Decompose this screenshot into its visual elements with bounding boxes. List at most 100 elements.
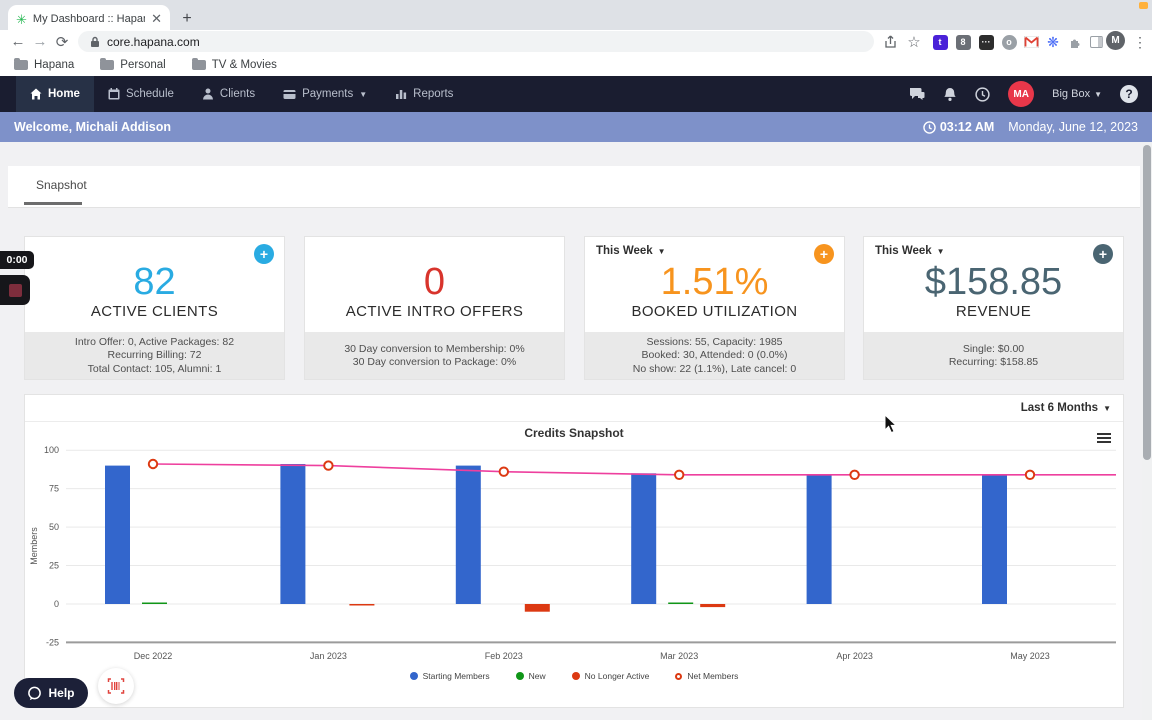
svg-text:50: 50: [49, 522, 59, 532]
browser-tab-strip: [0, 0, 1152, 33]
legend-dot: [515, 672, 524, 680]
screen-recorder-stop-button[interactable]: [0, 275, 30, 305]
url-text: core.hapana.com: [107, 34, 200, 49]
period-selector[interactable]: This Week ▼: [875, 245, 945, 257]
nav-item-reports[interactable]: Reports: [381, 76, 467, 112]
svg-text:0: 0: [54, 599, 59, 609]
card-value: $158.85: [924, 261, 1063, 303]
bell-icon[interactable]: [943, 87, 957, 102]
nav-item-home[interactable]: Home: [16, 76, 94, 112]
date-range-selector[interactable]: Last 6 Months ▼: [1021, 402, 1111, 414]
help-question-icon[interactable]: ?: [1120, 85, 1138, 103]
chart-legend: Starting Members New No Longer Active Ne…: [25, 671, 1123, 681]
current-time: 03:12 AM: [923, 120, 994, 134]
card-label: ACTIVE INTRO OFFERS: [345, 303, 524, 320]
chevron-down-icon: ▼: [1103, 403, 1111, 413]
forward-button[interactable]: →: [30, 33, 50, 50]
card-value: 1.51%: [660, 261, 769, 303]
card-label: ACTIVE CLIENTS: [90, 303, 219, 320]
welcome-bar: Welcome, Michali Addison 03:12 AM Monday…: [0, 112, 1152, 142]
share-icon[interactable]: [880, 32, 900, 52]
clock-icon[interactable]: [975, 86, 990, 102]
period-selector[interactable]: This Week ▼: [596, 245, 666, 257]
card-icon: [283, 89, 296, 99]
chevron-down-icon: ▼: [1094, 89, 1102, 99]
recording-indicator-dot: [1139, 2, 1148, 9]
extension-icon[interactable]: t: [930, 32, 950, 52]
legend-item: Net Members: [675, 671, 738, 681]
chart-header: Last 6 Months ▼: [25, 395, 1123, 422]
card-footer: Sessions: 55, Capacity: 1985 Booked: 30, …: [585, 332, 844, 379]
folder-icon: [100, 58, 115, 70]
browser-menu-icon[interactable]: ⋮: [1130, 32, 1150, 52]
nav-item-schedule[interactable]: Schedule: [94, 76, 188, 112]
dashboard-tabs-panel: Snapshot: [8, 166, 1140, 208]
card-footer: Single: $0.00 Recurring: $158.85: [864, 332, 1123, 379]
extension-flower-icon[interactable]: ❋: [1043, 32, 1063, 52]
scrollbar-thumb[interactable]: [1143, 145, 1151, 460]
card-booked-utilization: This Week ▼ + 1.51% BOOKED UTILIZATION Se…: [584, 236, 845, 380]
bar-chart-icon: [396, 90, 407, 99]
barcode-icon: [107, 678, 125, 694]
help-button[interactable]: Help: [14, 678, 88, 708]
tab-title: My Dashboard :: Hapana | Tak: [32, 13, 145, 25]
extension-icon[interactable]: 8: [953, 32, 973, 52]
svg-text:Dec 2022: Dec 2022: [134, 651, 173, 661]
browser-profile-avatar[interactable]: M: [1106, 31, 1125, 50]
nav-item-clients[interactable]: true Clients: [188, 76, 269, 112]
extension-icon[interactable]: ···: [976, 32, 996, 52]
stop-icon: [8, 283, 22, 297]
new-tab-button[interactable]: +: [176, 8, 198, 30]
svg-text:100: 100: [44, 445, 59, 455]
gmail-icon[interactable]: [1021, 32, 1041, 52]
url-bar[interactable]: core.hapana.com: [78, 31, 874, 52]
legend-item: New: [515, 671, 546, 681]
screen: ✳ My Dashboard :: Hapana | Tak ✕ + ← → ⟳…: [0, 0, 1152, 720]
bookmark-star-icon[interactable]: ☆: [904, 32, 924, 52]
card-value: 0: [423, 261, 446, 303]
side-panel-icon[interactable]: [1086, 32, 1106, 52]
card-active-intro-offers: 0 ACTIVE INTRO OFFERS 30 Day conversion …: [304, 236, 565, 380]
user-avatar[interactable]: MA: [1008, 81, 1035, 107]
svg-text:Members: Members: [29, 527, 39, 565]
chart-title: Credits Snapshot: [524, 426, 624, 440]
bookmark-item[interactable]: TV & Movies: [191, 58, 277, 71]
tab-snapshot[interactable]: Snapshot: [28, 178, 95, 192]
extensions-puzzle-icon[interactable]: [1065, 32, 1085, 52]
legend-item: No Longer Active: [571, 671, 649, 681]
browser-tab[interactable]: ✳ My Dashboard :: Hapana | Tak ✕: [8, 5, 170, 33]
person-icon: [202, 88, 213, 100]
welcome-greeting: Welcome, Michali Addison: [14, 120, 171, 134]
extension-icon[interactable]: o: [999, 32, 1019, 52]
credits-snapshot-chart: 100 75 50 25 0 -25 Dec 2022 Jan 2023 Feb 2023 Mar…: [29, 445, 1116, 661]
help-bubble-icon: [28, 686, 42, 700]
tab-close-icon[interactable]: ✕: [151, 11, 162, 27]
back-button[interactable]: ←: [8, 33, 28, 50]
svg-text:Apr 2023: Apr 2023: [836, 651, 873, 661]
card-label: BOOKED UTILIZATION: [631, 303, 798, 320]
screen-recorder-timer: 0:00: [0, 251, 34, 269]
svg-text:25: 25: [49, 561, 59, 571]
barcode-scan-button[interactable]: [98, 668, 134, 704]
chat-icon[interactable]: [909, 87, 925, 101]
calendar-icon: [108, 88, 120, 100]
svg-text:-25: -25: [46, 637, 59, 647]
nav-item-payments[interactable]: Payments ▼: [269, 76, 381, 112]
svg-text:75: 75: [49, 484, 59, 494]
legend-dot: [571, 672, 580, 680]
svg-text:May 2023: May 2023: [1010, 651, 1050, 661]
card-value: 82: [133, 261, 176, 303]
card-footer: 30 Day conversion to Membership: 0% 30 Da…: [305, 332, 564, 379]
svg-text:Jan 2023: Jan 2023: [310, 651, 347, 661]
clock-icon: [923, 120, 936, 134]
card-active-clients: + 82 ACTIVE CLIENTS Intro Offer: 0, Acti…: [24, 236, 285, 380]
bookmark-item[interactable]: Personal: [100, 58, 166, 71]
card-label: REVENUE: [955, 303, 1032, 320]
svg-text:Mar 2023: Mar 2023: [660, 651, 698, 661]
chevron-down-icon: ▼: [359, 89, 368, 99]
reload-button[interactable]: ⟳: [52, 33, 72, 51]
account-selector[interactable]: Big Box ▼: [1052, 88, 1102, 100]
bookmark-item[interactable]: Hapana: [14, 58, 74, 71]
active-tab-underline: [24, 202, 82, 205]
nav-right-cluster: MA Big Box ▼ ?: [909, 76, 1138, 112]
